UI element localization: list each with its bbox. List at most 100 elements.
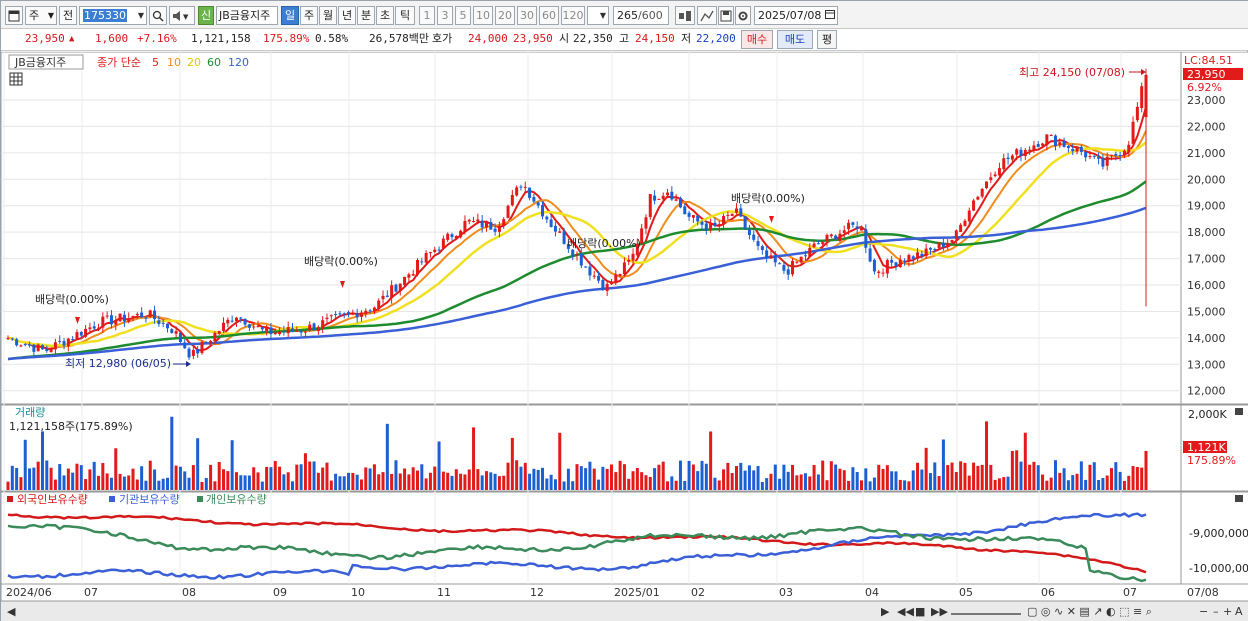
zoom-slider[interactable]	[951, 605, 1021, 615]
candle-body	[40, 345, 44, 350]
candle-body	[291, 328, 294, 332]
candle-body	[84, 328, 88, 337]
font-size-icon[interactable]: A	[1235, 605, 1243, 618]
window-icon[interactable]	[5, 6, 23, 25]
period-month[interactable]: 월	[319, 6, 337, 25]
minus-icon[interactable]: −	[1199, 605, 1208, 618]
rewind-icon[interactable]: ◀◀	[897, 605, 914, 618]
close-panel-icon[interactable]	[1235, 408, 1243, 415]
volume-bar	[1075, 473, 1079, 490]
plus-icon[interactable]: +	[1223, 605, 1232, 618]
candle-body	[316, 327, 320, 332]
draw-icon[interactable]	[697, 6, 717, 25]
volume-bar	[398, 473, 402, 490]
save-icon[interactable]	[718, 6, 734, 25]
high-price: 24,150	[635, 32, 675, 45]
candle-body	[312, 323, 316, 331]
stock-name-display[interactable]: JB금융지주	[216, 6, 278, 25]
volume-bar	[954, 471, 958, 490]
stop-icon[interactable]: ■	[915, 605, 925, 618]
candle-body	[157, 320, 161, 325]
volume-bar	[140, 466, 144, 490]
volume-bar	[670, 476, 674, 490]
candle-body	[808, 247, 812, 257]
volume-bar	[88, 469, 92, 490]
candle-body	[666, 192, 670, 196]
candle-body	[368, 310, 372, 312]
candle-body	[222, 322, 226, 331]
candle-body	[140, 312, 144, 318]
volume-bar	[273, 460, 277, 490]
volume-bar	[691, 464, 695, 490]
chart-area[interactable]: JB금융지주 종가 단순 5 10 20 60 120 LC:84.51 23,…	[1, 52, 1248, 601]
dash-icon[interactable]: –	[1213, 605, 1219, 618]
candle-body	[1015, 149, 1019, 155]
volume-bar	[842, 470, 846, 490]
volume-bar	[778, 478, 782, 490]
speaker-icon[interactable]: ▼	[169, 6, 195, 25]
credit-badge[interactable]: 신	[198, 6, 214, 25]
candle-body	[579, 253, 583, 266]
custom-step-input[interactable]: ▼	[587, 6, 609, 25]
candle-body	[1135, 106, 1139, 121]
step-30[interactable]: 30	[517, 6, 537, 25]
step-60[interactable]: 60	[539, 6, 559, 25]
chart-canvas[interactable]: JB금융지주 종가 단순 5 10 20 60 120 LC:84.51 23,…	[1, 52, 1248, 601]
step-120[interactable]: 120	[561, 6, 585, 25]
period-minute[interactable]: 분	[357, 6, 375, 25]
scroll-right-icon[interactable]: ▶	[881, 605, 889, 618]
scroll-bar[interactable]: ◀ ▶ ◀◀ ■ ▶▶ ▢ ◎ ∿ ✕ ▤ ↗ ◐ ⬚ ≡ ⌕ − – + A	[1, 601, 1248, 621]
volume-bar	[49, 467, 53, 490]
candle-body	[1101, 157, 1105, 167]
market-select[interactable]: 주 ▼	[25, 6, 57, 25]
volume-bar	[1028, 464, 1032, 490]
candle-body	[506, 205, 510, 218]
step-5[interactable]: 5	[455, 6, 471, 25]
volume-bar	[1023, 432, 1027, 490]
candle-body	[329, 315, 333, 317]
period-year[interactable]: 년	[338, 6, 356, 25]
volume-bar	[385, 423, 389, 490]
search-icon[interactable]	[149, 6, 167, 25]
candle-body	[1110, 154, 1114, 156]
candle-body	[609, 282, 613, 285]
candle-body	[394, 284, 398, 292]
volume-bar	[1006, 476, 1010, 490]
tool-icons[interactable]: ▢ ◎ ∿ ✕ ▤ ↗ ◐ ⬚ ≡ ⌕	[1027, 605, 1152, 619]
step-3[interactable]: 3	[437, 6, 453, 25]
sell-button[interactable]: 매도	[777, 30, 813, 49]
volume-bar	[1114, 462, 1118, 490]
candle-body	[816, 243, 820, 245]
volume-bar	[928, 473, 932, 490]
period-day[interactable]: 일	[281, 6, 299, 25]
period-week[interactable]: 주	[300, 6, 318, 25]
candle-body	[1118, 155, 1122, 157]
prev-button[interactable]: 전	[59, 6, 77, 25]
date-input[interactable]: 2025/07/08	[754, 6, 838, 25]
close-panel-icon[interactable]	[1235, 495, 1243, 502]
volume-bar	[368, 468, 372, 490]
candle-body	[10, 338, 14, 340]
volume-bar	[234, 472, 238, 490]
eval-button[interactable]: 평	[817, 30, 837, 49]
volume-bar	[584, 468, 588, 490]
volume-bar	[773, 464, 777, 490]
volume-bar	[347, 472, 351, 490]
gear-icon[interactable]	[735, 6, 751, 25]
period-second[interactable]: 초	[376, 6, 394, 25]
count-input[interactable]: 265/600	[613, 6, 669, 25]
zoom-icon[interactable]	[675, 6, 695, 25]
stock-code-input[interactable]: 175330 ▼	[79, 6, 147, 25]
grid-toggle-icon[interactable]	[9, 72, 23, 86]
candle-body	[847, 222, 851, 230]
step-10[interactable]: 10	[473, 6, 493, 25]
step-1[interactable]: 1	[419, 6, 435, 25]
period-tick[interactable]: 틱	[395, 6, 415, 25]
forward-icon[interactable]: ▶▶	[931, 605, 948, 618]
scroll-left-icon[interactable]: ◀	[7, 605, 15, 618]
step-20[interactable]: 20	[495, 6, 515, 25]
buy-button[interactable]: 매수	[741, 30, 773, 49]
volume-bar	[967, 475, 971, 490]
candle-body	[687, 212, 691, 217]
volume-bar	[713, 477, 717, 490]
